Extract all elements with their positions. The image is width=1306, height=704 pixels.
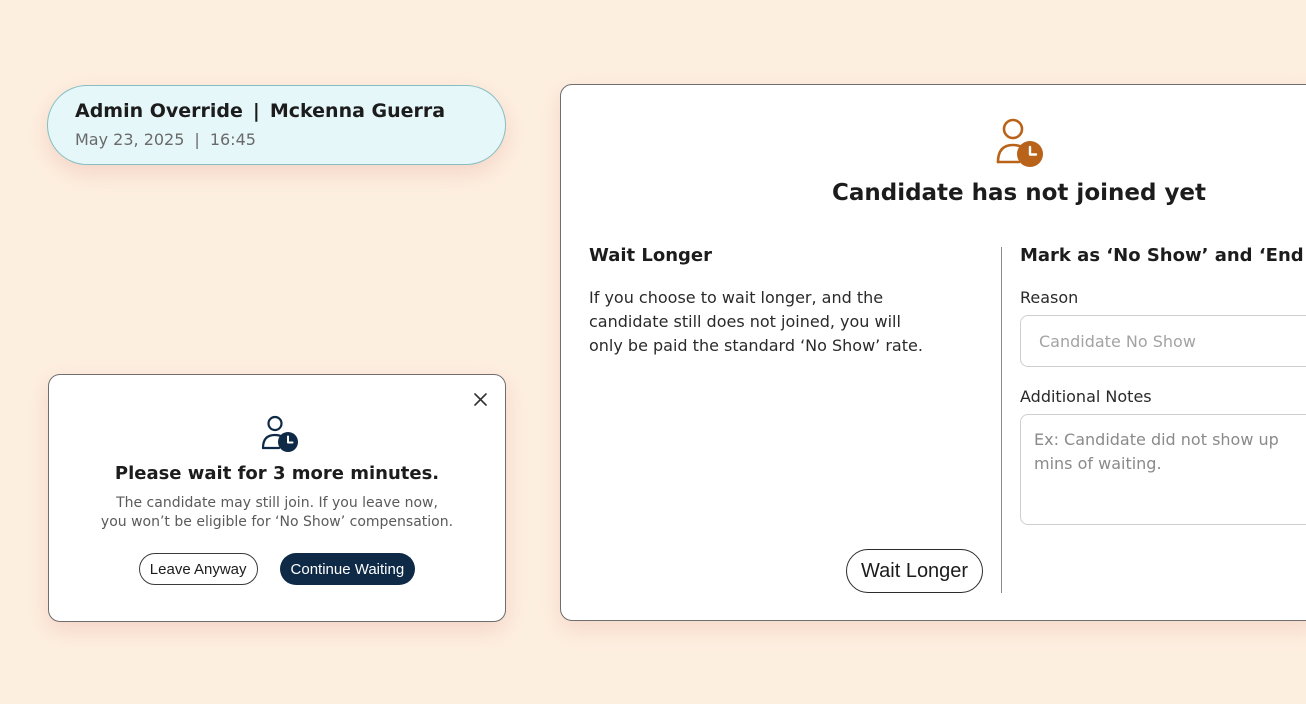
override-separator: | bbox=[252, 100, 260, 122]
wait-modal-title: Please wait for 3 more minutes. bbox=[114, 463, 440, 484]
override-title: Admin Override | Mckenna Guerra bbox=[75, 100, 478, 122]
leave-anyway-button[interactable]: Leave Anyway bbox=[138, 553, 258, 585]
modal-title: Candidate has not joined yet bbox=[831, 180, 1207, 206]
wait-modal: Please wait for 3 more minutes. The cand… bbox=[48, 374, 506, 622]
notes-placeholder-line: mins of waiting. bbox=[1034, 454, 1162, 473]
user-clock-icon bbox=[259, 415, 299, 453]
notes-label: Additional Notes bbox=[1020, 387, 1152, 406]
notes-placeholder-line: Ex: Candidate did not show up bbox=[1034, 430, 1279, 449]
no-show-section: Mark as ‘No Show’ and ‘End C Reason Cand… bbox=[1020, 245, 1306, 525]
override-label: Admin Override bbox=[75, 100, 243, 122]
override-date: May 23, 2025 bbox=[75, 130, 185, 149]
continue-waiting-button[interactable]: Continue Waiting bbox=[279, 553, 416, 585]
description-line: only be paid the standard ‘No Show’ rate… bbox=[589, 336, 923, 355]
override-user-name: Mckenna Guerra bbox=[269, 100, 446, 122]
wait-modal-description: The candidate may still join. If you lea… bbox=[49, 494, 505, 532]
admin-override-banner: Admin Override | Mckenna Guerra May 23, … bbox=[47, 85, 506, 165]
reason-select[interactable]: Candidate No Show bbox=[1020, 315, 1306, 367]
wait-longer-description: If you choose to wait longer, and the ca… bbox=[589, 286, 969, 358]
wait-longer-section: Wait Longer If you choose to wait longer… bbox=[589, 245, 969, 358]
description-line: candidate still does not joined, you wil… bbox=[589, 312, 901, 331]
reason-label: Reason bbox=[1020, 288, 1079, 307]
user-clock-icon bbox=[993, 118, 1045, 168]
override-sub-separator: | bbox=[194, 130, 200, 149]
wait-modal-actions: Leave Anyway Continue Waiting bbox=[49, 553, 505, 585]
override-time: 16:45 bbox=[209, 130, 256, 149]
no-show-modal: Candidate has not joined yet Wait Longer… bbox=[560, 84, 1306, 621]
section-divider bbox=[1001, 247, 1002, 593]
description-line: If you choose to wait longer, and the bbox=[589, 288, 884, 307]
notes-textarea[interactable]: Ex: Candidate did not show up mins of wa… bbox=[1020, 414, 1306, 525]
wait-longer-button[interactable]: Wait Longer bbox=[846, 549, 984, 593]
wait-desc-line: The candidate may still join. If you lea… bbox=[116, 495, 438, 511]
override-datetime: May 23, 2025 | 16:45 bbox=[75, 130, 478, 149]
wait-desc-line: you won’t be eligible for ‘No Show’ comp… bbox=[100, 514, 454, 530]
wait-longer-heading: Wait Longer bbox=[589, 245, 713, 266]
close-icon[interactable] bbox=[472, 391, 488, 407]
no-show-heading: Mark as ‘No Show’ and ‘End C bbox=[1020, 245, 1306, 266]
